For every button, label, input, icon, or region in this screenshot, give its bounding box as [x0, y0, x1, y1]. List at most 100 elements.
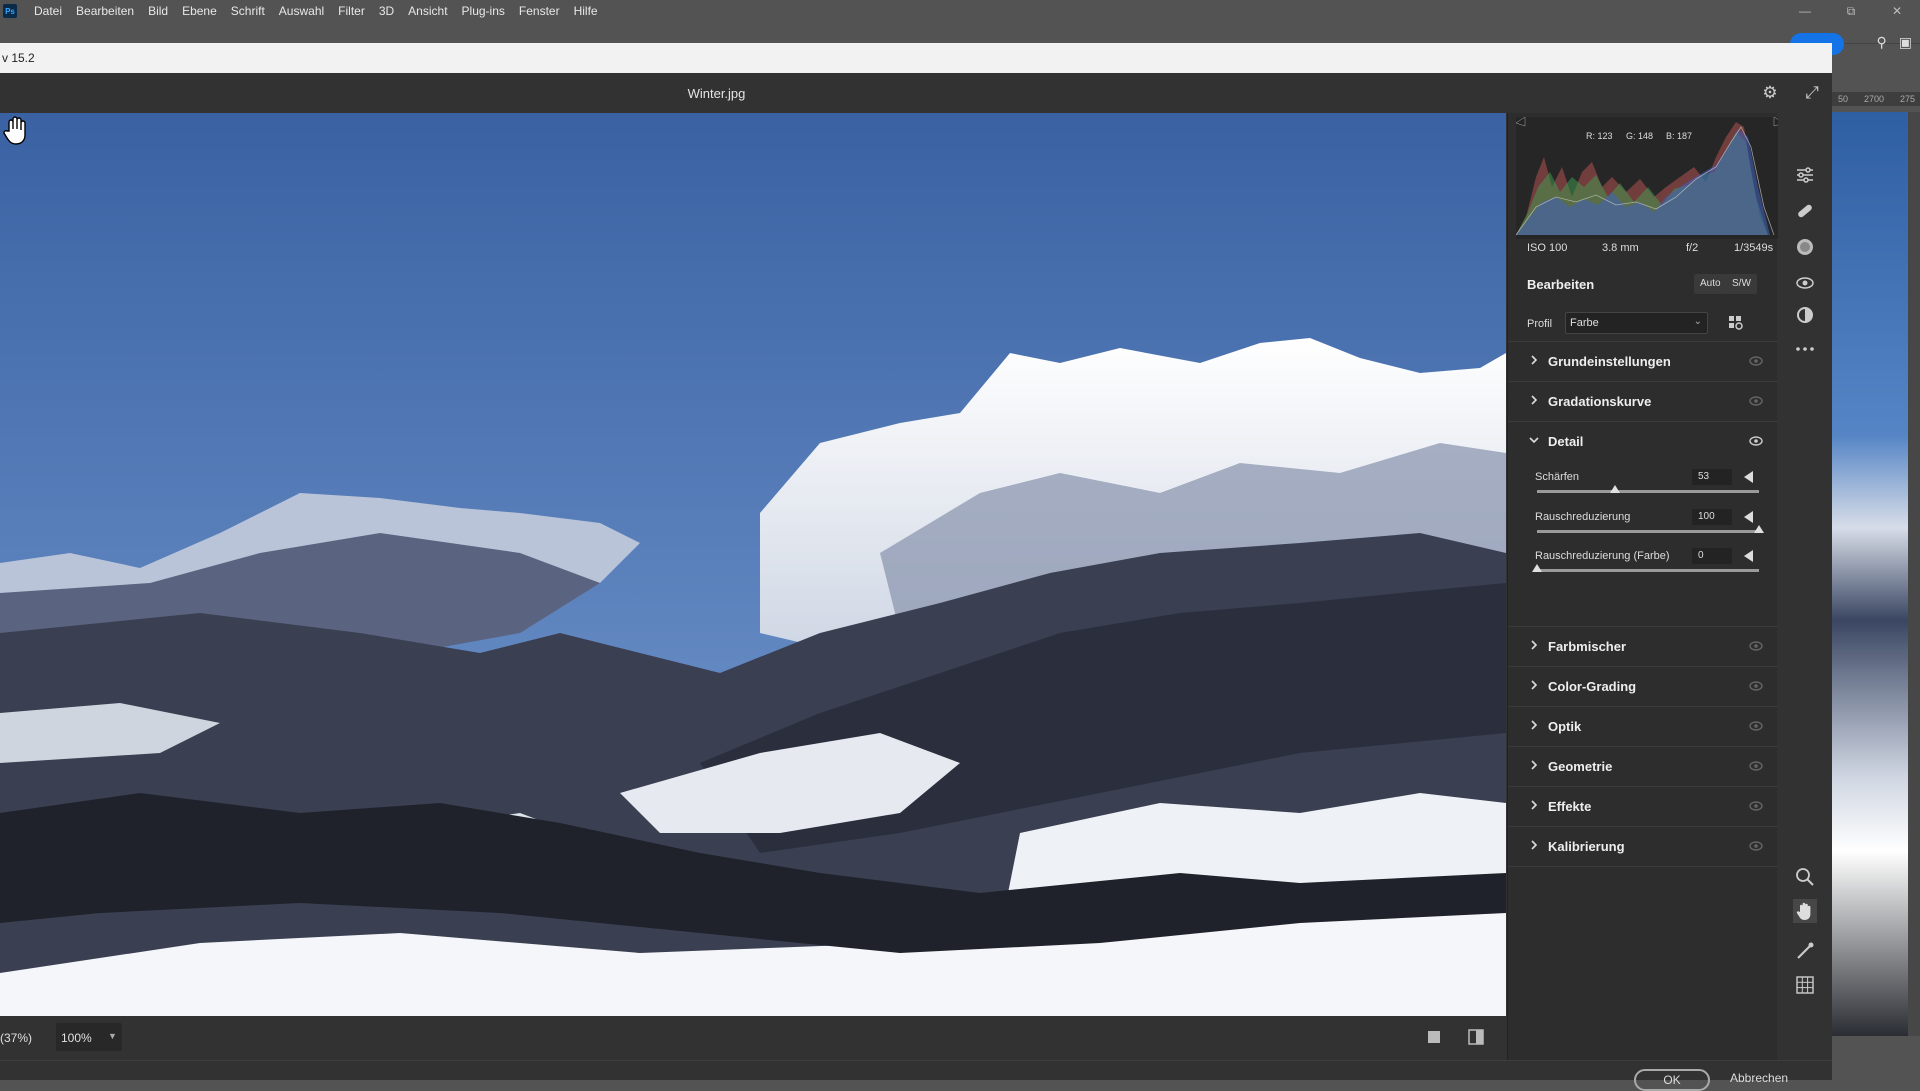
- eye-icon[interactable]: [1748, 434, 1764, 448]
- section-geometrie[interactable]: Geometrie: [1508, 746, 1778, 786]
- camera-raw-dialog: v 15.2 Winter.jpg ⚙ ⤢ (37%) 100% ▼ OK Ab…: [0, 43, 1832, 1091]
- hand-cursor-icon: [3, 116, 26, 145]
- background-document: [1832, 112, 1908, 1036]
- eye-icon[interactable]: [1748, 839, 1764, 853]
- vertical-scrollbar[interactable]: [1908, 112, 1920, 1036]
- search-icon[interactable]: ⚲: [1877, 34, 1887, 51]
- menu-bearbeiten[interactable]: Bearbeiten: [69, 4, 141, 18]
- menu-filter[interactable]: Filter: [331, 4, 372, 18]
- chevron-right-icon: [1531, 800, 1538, 810]
- red-eye-icon[interactable]: [1793, 271, 1817, 295]
- expand-icon[interactable]: ⤢: [1802, 83, 1822, 103]
- sharpen-label: Schärfen: [1535, 471, 1580, 483]
- eye-icon[interactable]: [1748, 759, 1764, 773]
- color-noise-value[interactable]: 0: [1692, 548, 1732, 564]
- section-optik[interactable]: Optik: [1508, 706, 1778, 746]
- menu-ebene[interactable]: Ebene: [175, 4, 224, 18]
- noise-label: Rauschreduzierung: [1535, 511, 1631, 523]
- sliders-icon[interactable]: [1793, 163, 1817, 187]
- section-gradationskurve[interactable]: Gradationskurve: [1508, 381, 1778, 421]
- green-value: G: 148: [1626, 131, 1654, 141]
- photoshop-logo-icon: Ps: [3, 4, 17, 18]
- auto-button[interactable]: Auto: [1694, 274, 1727, 294]
- color-sampler-icon[interactable]: [1793, 939, 1817, 963]
- workspace-icon[interactable]: ▣: [1899, 34, 1912, 51]
- chevron-right-icon: [1531, 720, 1538, 730]
- section-divider: [1508, 866, 1778, 867]
- section-detail[interactable]: Detail: [1508, 421, 1778, 461]
- ruler-tick: 275: [1900, 94, 1916, 104]
- eye-icon[interactable]: [1748, 354, 1764, 368]
- dialog-footer: OK Abbrechen: [0, 1060, 1832, 1091]
- sharpen-slider[interactable]: [1537, 490, 1759, 493]
- chevron-down-icon[interactable]: ▼: [108, 1031, 117, 1041]
- image-preview[interactable]: [0, 113, 1506, 1016]
- color-noise-label: Rauschreduzierung (Farbe): [1535, 550, 1670, 562]
- eye-icon[interactable]: [1748, 719, 1764, 733]
- restore-icon[interactable]: ⧉: [1828, 0, 1874, 22]
- winter-landscape: [0, 113, 1506, 1016]
- menu-bild[interactable]: Bild: [141, 4, 175, 18]
- zoom-value: 100%: [61, 1031, 92, 1045]
- presets-icon[interactable]: [1793, 303, 1817, 327]
- eye-icon[interactable]: [1748, 679, 1764, 693]
- ruler: 50 2700 275: [1832, 92, 1920, 106]
- sharpen-reset-icon[interactable]: [1744, 471, 1753, 483]
- eye-icon[interactable]: [1748, 799, 1764, 813]
- section-color-grading[interactable]: Color-Grading: [1508, 666, 1778, 706]
- blue-value: B: 187: [1666, 131, 1693, 141]
- minimize-icon[interactable]: —: [1782, 0, 1828, 22]
- more-icon[interactable]: [1793, 337, 1817, 361]
- noise-slider-thumb[interactable]: [1754, 525, 1764, 533]
- eye-icon[interactable]: [1748, 639, 1764, 653]
- before-after-icon[interactable]: [1466, 1027, 1486, 1047]
- shutter-speed: 1/3549s: [1734, 242, 1774, 254]
- menu-hilfe[interactable]: Hilfe: [567, 4, 605, 18]
- eye-icon[interactable]: [1748, 394, 1764, 408]
- chevron-right-icon: [1531, 640, 1538, 650]
- color-noise-reset-icon[interactable]: [1744, 550, 1753, 562]
- profile-browser-icon[interactable]: [1726, 313, 1746, 333]
- fit-zoom-label[interactable]: (37%): [0, 1031, 32, 1045]
- section-label: Farbmischer: [1548, 639, 1627, 654]
- menu-ansicht[interactable]: Ansicht: [401, 4, 454, 18]
- edit-panel: R: 123 G: 148 B: 187 ISO 100 3.8 mm f/2 …: [1507, 113, 1785, 1060]
- zoom-icon[interactable]: [1793, 865, 1817, 889]
- color-noise-slider[interactable]: [1537, 569, 1759, 572]
- grid-icon[interactable]: [1793, 973, 1817, 997]
- section-effekte[interactable]: Effekte: [1508, 786, 1778, 826]
- menu-datei[interactable]: Datei: [27, 4, 69, 18]
- section-farbmischer[interactable]: Farbmischer: [1508, 626, 1778, 666]
- section-grundeinstellungen[interactable]: Grundeinstellungen: [1508, 341, 1778, 381]
- noise-slider[interactable]: [1537, 530, 1759, 533]
- gear-icon[interactable]: ⚙: [1760, 83, 1780, 103]
- mask-icon[interactable]: [1793, 235, 1817, 259]
- section-label: Kalibrierung: [1548, 839, 1625, 854]
- noise-value[interactable]: 100: [1692, 509, 1732, 525]
- dialog-titlebar: v 15.2: [0, 43, 1832, 73]
- single-view-icon[interactable]: [1424, 1027, 1444, 1047]
- section-label: Grundeinstellungen: [1548, 354, 1671, 369]
- healing-brush-icon[interactable]: [1793, 199, 1817, 223]
- noise-reset-icon[interactable]: [1744, 511, 1753, 523]
- section-kalibrierung[interactable]: Kalibrierung: [1508, 826, 1778, 866]
- menu-3d[interactable]: 3D: [372, 4, 401, 18]
- window-controls: — ⧉ ✕: [1782, 0, 1920, 22]
- hand-icon[interactable]: [1793, 899, 1817, 923]
- menu-schrift[interactable]: Schrift: [224, 4, 272, 18]
- profile-select[interactable]: Farbe ⌄: [1565, 312, 1708, 334]
- menu-auswahl[interactable]: Auswahl: [272, 4, 331, 18]
- sharpen-value[interactable]: 53: [1692, 469, 1732, 485]
- section-label: Optik: [1548, 719, 1582, 734]
- menu-plugins[interactable]: Plug-ins: [455, 4, 512, 18]
- ok-button[interactable]: OK: [1634, 1069, 1710, 1091]
- bw-button[interactable]: S/W: [1726, 274, 1757, 294]
- shadow-clipping-icon: [1515, 116, 1526, 127]
- menu-fenster[interactable]: Fenster: [512, 4, 567, 18]
- profile-value: Farbe: [1570, 317, 1599, 329]
- sharpen-slider-thumb[interactable]: [1610, 485, 1621, 493]
- cancel-button[interactable]: Abbrechen: [1730, 1071, 1788, 1085]
- color-noise-slider-thumb[interactable]: [1532, 564, 1542, 572]
- close-icon[interactable]: ✕: [1874, 0, 1920, 22]
- chevron-right-icon: [1531, 395, 1538, 405]
